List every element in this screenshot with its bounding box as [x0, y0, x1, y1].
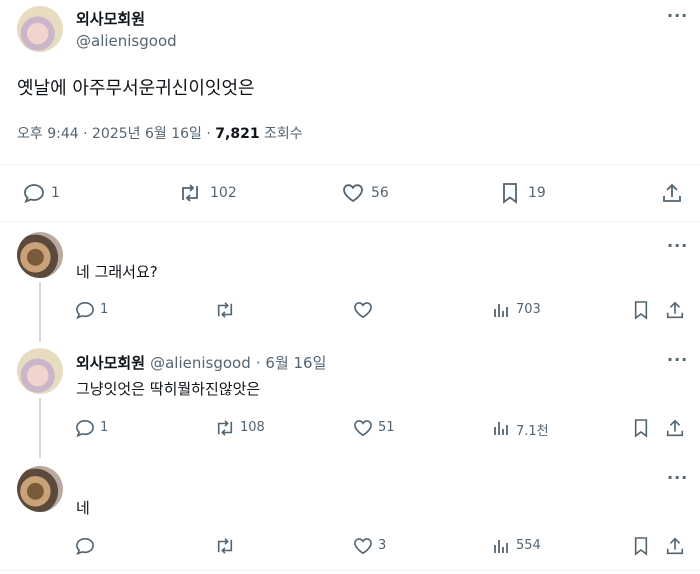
repost-icon[interactable] — [214, 419, 236, 437]
repost-count: 102 — [210, 185, 237, 201]
meta-separator: · — [255, 354, 266, 372]
reply-icon[interactable] — [23, 183, 45, 203]
post-meta: 오후 9:44 · 2025년 6월 16일 · 7,821 조회수 — [17, 123, 303, 143]
reply-count: 1 — [51, 185, 60, 201]
share-icon[interactable] — [665, 300, 685, 320]
like-icon[interactable] — [352, 537, 374, 555]
divider — [0, 164, 700, 165]
more-icon[interactable]: ··· — [667, 350, 688, 369]
bookmark-icon[interactable] — [501, 182, 519, 204]
reply-avatar[interactable] — [17, 466, 63, 512]
like-icon[interactable] — [352, 301, 374, 319]
view-count: 554 — [516, 538, 541, 553]
divider — [0, 221, 700, 222]
more-icon[interactable]: ··· — [667, 468, 688, 487]
post-text: 옛날에 아주무서운귀신이잇엇은 — [17, 78, 255, 99]
reply-text: 네 — [76, 499, 90, 517]
more-icon[interactable]: ··· — [667, 236, 688, 255]
bookmark-icon[interactable] — [633, 418, 649, 438]
bookmark-icon[interactable] — [633, 300, 649, 320]
share-icon[interactable] — [665, 418, 685, 438]
views-icon[interactable] — [493, 420, 511, 436]
reply-author-name[interactable]: 외사모회원 — [76, 354, 145, 372]
like-icon[interactable] — [341, 183, 365, 203]
repost-count: 108 — [240, 420, 265, 435]
reply-icon[interactable] — [75, 537, 95, 555]
like-icon[interactable] — [352, 419, 374, 437]
meta-separator: · — [206, 126, 216, 142]
view-count: 703 — [516, 302, 541, 317]
views-icon[interactable] — [493, 302, 511, 318]
meta-separator: · — [83, 126, 93, 142]
like-count: 56 — [371, 185, 389, 201]
reply-author-handle[interactable]: @alienisgood — [150, 354, 251, 372]
view-label: 조회수 — [264, 126, 303, 142]
author-name[interactable]: 외사모회원 — [76, 8, 145, 29]
reply-icon[interactable] — [75, 301, 95, 319]
reply-count: 1 — [100, 420, 109, 435]
thread-line — [39, 282, 41, 342]
bookmark-count: 19 — [528, 185, 546, 201]
repost-icon[interactable] — [214, 301, 236, 319]
share-icon[interactable] — [661, 182, 683, 204]
reply-date[interactable]: 6월 16일 — [265, 354, 326, 372]
author-avatar[interactable] — [17, 6, 63, 52]
divider — [0, 570, 700, 571]
reply-icon[interactable] — [75, 419, 95, 437]
reply-avatar[interactable] — [17, 232, 63, 278]
reply-count: 1 — [100, 302, 109, 317]
repost-icon[interactable] — [178, 183, 202, 203]
repost-icon[interactable] — [214, 537, 236, 555]
author-handle[interactable]: @alienisgood — [76, 32, 177, 50]
like-count: 3 — [378, 538, 387, 553]
more-icon[interactable]: ··· — [667, 6, 688, 25]
thread-line — [39, 398, 41, 458]
bookmark-icon[interactable] — [633, 536, 649, 556]
view-count: 7,821 — [215, 126, 260, 142]
post-date[interactable]: 2025년 6월 16일 — [92, 126, 202, 142]
view-count: 7.1천 — [516, 424, 549, 439]
reply-header: 외사모회원 @alienisgood · 6월 16일 — [76, 352, 326, 373]
reply-text: 그냥잇엇은 딱히뭘하진않앗은 — [76, 380, 261, 398]
share-icon[interactable] — [665, 536, 685, 556]
views-icon[interactable] — [493, 538, 511, 554]
post-time[interactable]: 오후 9:44 — [17, 126, 79, 142]
reply-text: 네 그래서요? — [76, 263, 158, 281]
like-count: 51 — [378, 420, 395, 435]
reply-avatar[interactable] — [17, 348, 63, 394]
